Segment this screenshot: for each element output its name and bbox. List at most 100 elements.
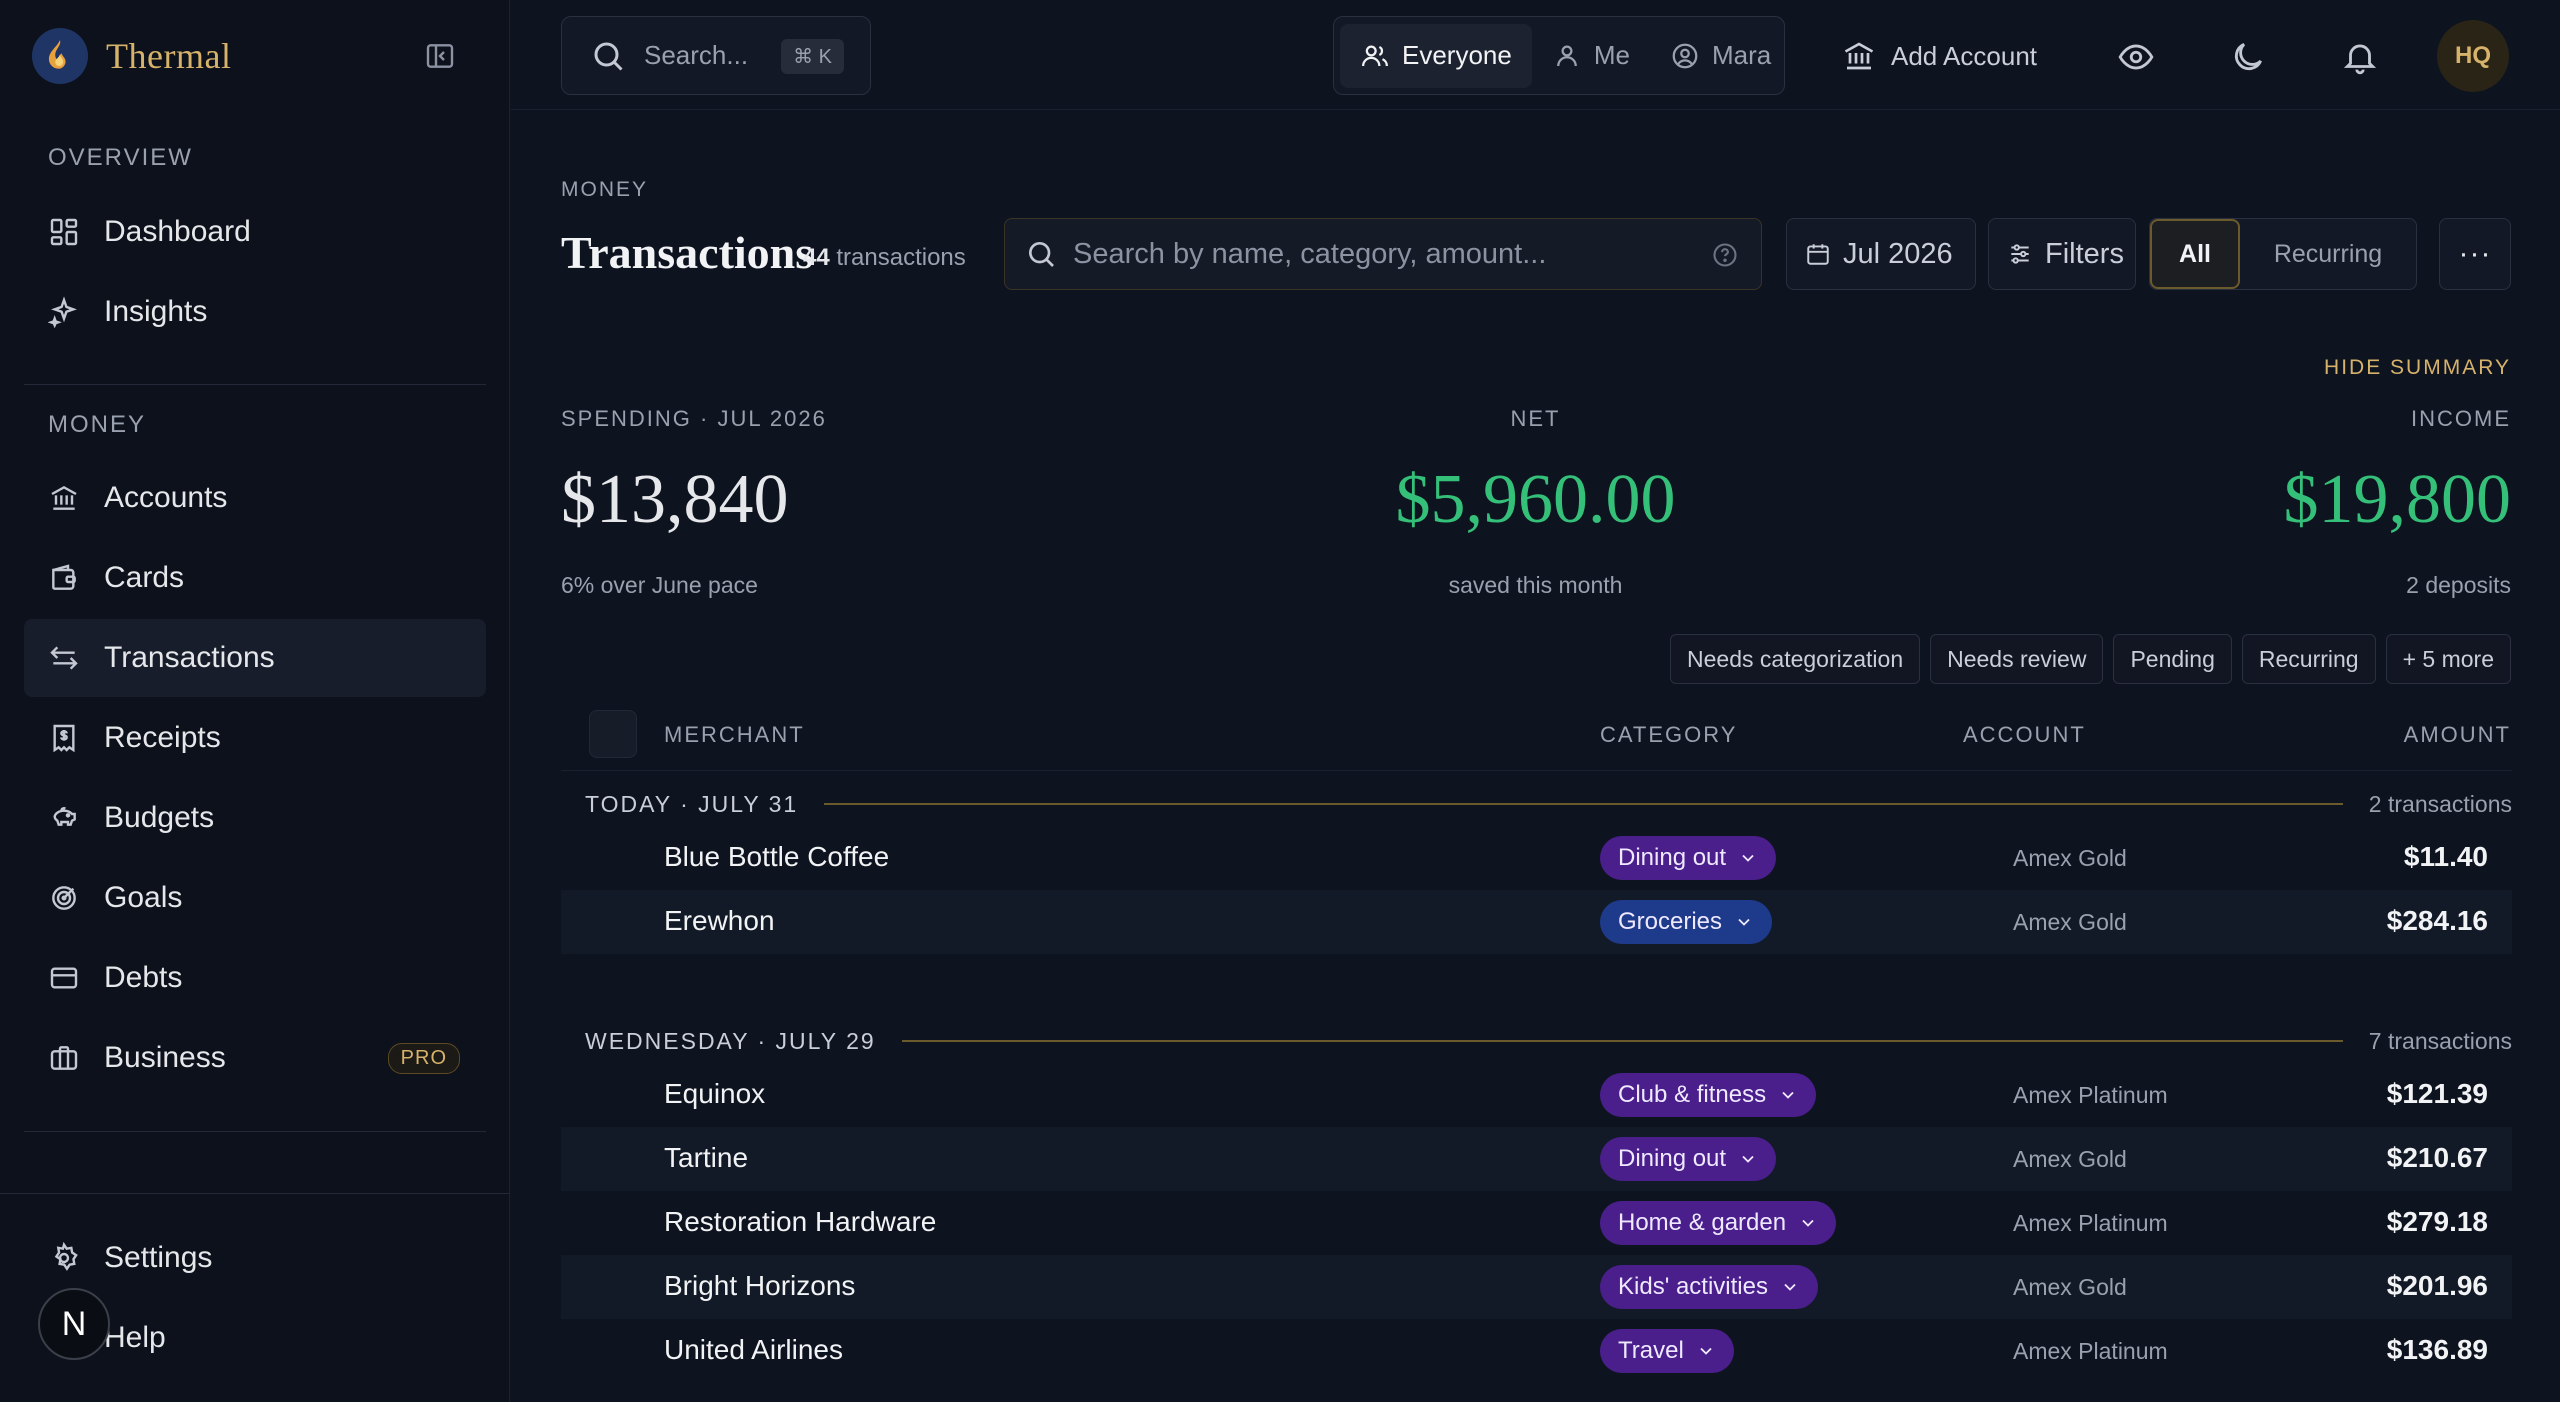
chip-more[interactable]: + 5 more — [2385, 634, 2511, 684]
collapse-sidebar-icon[interactable] — [424, 40, 458, 74]
category-pill[interactable]: Dining out — [1600, 836, 1777, 880]
table-header-divider — [561, 770, 2512, 771]
date-group-rule — [901, 1040, 2343, 1042]
category-pill[interactable]: Home & garden — [1600, 1201, 1837, 1245]
add-account-button[interactable]: Add Account — [1841, 30, 2037, 82]
eye-icon[interactable] — [2117, 38, 2154, 74]
chip-pending[interactable]: Pending — [2113, 634, 2232, 684]
chip-needs-categorization[interactable]: Needs categorization — [1670, 634, 1921, 684]
table-row[interactable]: Blue Bottle Coffee Dining out Amex Gold $11… — [561, 826, 2512, 890]
category-label: Groceries — [1618, 908, 1723, 935]
brand-name: Thermal — [106, 36, 232, 76]
account-avatar[interactable]: HQ — [2437, 20, 2509, 92]
view-all-button[interactable]: All — [2150, 219, 2240, 289]
sidebar-item-label: Help — [104, 1321, 166, 1354]
sidebar-item-accounts[interactable]: Accounts — [24, 459, 486, 537]
account-name: Amex Platinum — [2013, 1082, 2168, 1108]
sidebar-item-debts[interactable]: Debts — [24, 939, 486, 1017]
user-icon — [1552, 41, 1582, 71]
sidebar-item-label: Debts — [104, 961, 183, 994]
date-group-header: WEDNESDAY · JULY 29 7 transactions — [585, 1023, 2512, 1059]
wallet-icon — [48, 562, 80, 594]
month-picker-button[interactable]: Jul 2026 — [1786, 218, 1976, 290]
column-account[interactable]: ACCOUNT — [1963, 722, 2086, 748]
sidebar-item-business[interactable]: Business PRO — [24, 1019, 486, 1097]
sidebar-item-label: Budgets — [104, 801, 215, 834]
table-row[interactable]: Equinox Club & fitness Amex Platinum $121.3… — [561, 1063, 2512, 1127]
amount-value: $279.18 — [2386, 1206, 2488, 1237]
hide-summary-link[interactable]: HIDE SUMMARY — [2324, 356, 2511, 380]
moon-icon[interactable] — [2229, 38, 2265, 74]
main-content: MONEY Transactions 44 transactions Searc… — [511, 110, 2560, 1402]
scope-me[interactable]: Me — [1532, 24, 1650, 88]
transaction-count: 44 transactions — [803, 244, 966, 272]
net-label: NET — [1510, 406, 1561, 431]
scope-mara[interactable]: Mara — [1650, 24, 1791, 88]
more-options-button[interactable]: ··· — [2439, 218, 2511, 290]
bell-icon[interactable] — [2341, 38, 2377, 75]
sidebar-item-settings[interactable]: Settings — [24, 1219, 486, 1297]
user-circle-icon — [1670, 41, 1700, 71]
account-name: Amex Platinum — [2013, 1210, 2168, 1236]
merchant-name: United Airlines — [664, 1334, 843, 1365]
brand[interactable]: Thermal — [32, 26, 231, 86]
column-amount[interactable]: AMOUNT — [2404, 722, 2511, 748]
sidebar-item-goals[interactable]: Goals — [24, 859, 486, 937]
bank-icon — [48, 482, 80, 514]
sidebar-item-transactions[interactable]: Transactions — [24, 619, 486, 697]
chevron-down-icon — [1798, 1213, 1818, 1233]
global-search[interactable]: Search... ⌘ K — [561, 16, 871, 95]
table-row[interactable]: Restoration Hardware Home & garden Amex Pl… — [561, 1191, 2512, 1255]
filters-button[interactable]: Filters — [1988, 218, 2136, 290]
category-label: Dining out — [1618, 844, 1727, 871]
search-icon — [1025, 238, 1057, 270]
date-group-rule — [824, 803, 2343, 805]
sidebar-divider — [24, 384, 486, 385]
sidebar-item-insights[interactable]: Insights — [24, 273, 486, 351]
table-row[interactable]: Erewhon Groceries Amex Gold $284.16 — [561, 890, 2512, 954]
merchant-name: Erewhon — [664, 905, 775, 936]
category-pill[interactable]: Groceries — [1600, 900, 1773, 944]
transaction-count-number: 44 — [803, 244, 830, 271]
chevron-down-icon — [1738, 1149, 1758, 1169]
add-account-label: Add Account — [1891, 40, 2037, 71]
briefcase-icon — [48, 1042, 80, 1074]
transaction-search-input[interactable]: Search by name, category, amount... — [1004, 218, 1762, 290]
category-pill[interactable]: Club & fitness — [1600, 1073, 1817, 1117]
income-value: $19,800 — [2283, 461, 2512, 538]
sidebar: Thermal OVERVIEW Dashboard Insights MONE… — [0, 0, 510, 1402]
sidebar-item-receipts[interactable]: Receipts — [24, 699, 486, 777]
merchant-name: Tartine — [664, 1142, 749, 1173]
table-row[interactable]: Bright Horizons Kids' activities Amex Gold… — [561, 1255, 2512, 1319]
gear-icon — [48, 1242, 80, 1274]
category-pill[interactable]: Dining out — [1600, 1137, 1777, 1181]
dashboard-icon — [48, 216, 80, 248]
view-recurring-button[interactable]: Recurring — [2240, 219, 2416, 289]
table-row[interactable]: Tartine Dining out Amex Gold $210.67 — [561, 1127, 2512, 1191]
table-row[interactable]: United Airlines Travel Amex Platinum $136.8… — [561, 1319, 2512, 1383]
user-avatar[interactable]: N — [38, 1288, 110, 1360]
scope-everyone[interactable]: Everyone — [1340, 23, 1532, 88]
sidebar-item-budgets[interactable]: Budgets — [24, 779, 486, 857]
sidebar-item-label: Goals — [104, 881, 183, 914]
amount-value: $121.39 — [2386, 1078, 2488, 1109]
pro-badge: PRO — [387, 1043, 460, 1074]
question-icon[interactable] — [1711, 241, 1739, 269]
global-search-placeholder: Search... — [644, 40, 749, 70]
chip-recurring[interactable]: Recurring — [2241, 634, 2376, 684]
sidebar-item-dashboard[interactable]: Dashboard — [24, 193, 486, 271]
sidebar-item-label: Settings — [104, 1241, 213, 1274]
select-all-checkbox[interactable] — [589, 710, 637, 758]
sidebar-item-label: Accounts — [104, 481, 228, 514]
credit-card-icon — [48, 962, 80, 994]
category-pill[interactable]: Kids' activities — [1600, 1265, 1818, 1309]
chevron-down-icon — [1734, 912, 1754, 932]
column-category[interactable]: CATEGORY — [1600, 722, 1737, 748]
sidebar-item-cards[interactable]: Cards — [24, 539, 486, 617]
search-shortcut: ⌘ K — [781, 39, 844, 74]
category-pill[interactable]: Travel — [1600, 1329, 1734, 1373]
chip-needs-review[interactable]: Needs review — [1930, 634, 2104, 684]
column-merchant[interactable]: MERCHANT — [664, 722, 805, 748]
income-label: INCOME — [2411, 406, 2511, 431]
income-subtext: 2 deposits — [2406, 572, 2511, 598]
